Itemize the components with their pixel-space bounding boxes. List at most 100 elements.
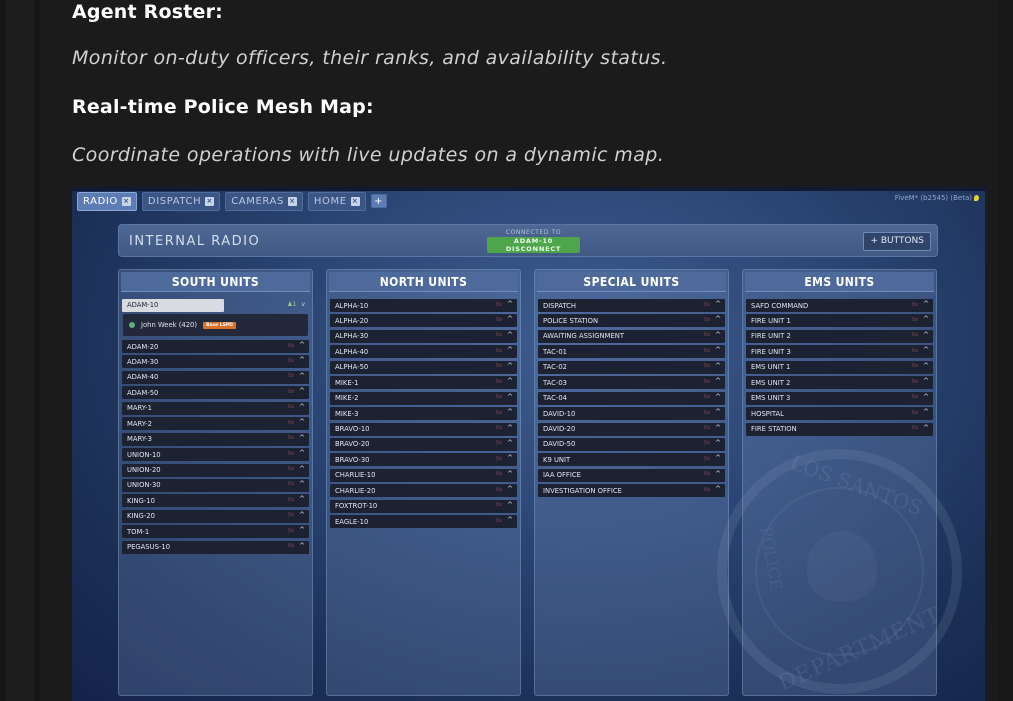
chevron-up-icon[interactable]: ^ (715, 378, 721, 385)
channel-row[interactable]: FIRE UNIT 1 0x ^ (746, 314, 933, 328)
channel-row[interactable]: ALPHA-10 0x ^ (330, 299, 517, 312)
channel-row[interactable]: MIKE-3 0x ^ (330, 407, 517, 421)
officer-entry[interactable]: John Week (420) Base LSPD (123, 314, 308, 336)
chevron-up-icon[interactable]: ^ (299, 480, 305, 488)
buttons-button[interactable]: + BUTTONS (863, 232, 931, 251)
chevron-up-icon[interactable]: ^ (299, 419, 305, 426)
channel-row[interactable]: BRAVO-20 0x ^ (330, 437, 517, 451)
chevron-up-icon[interactable]: ^ (507, 486, 513, 493)
channel-row[interactable]: FIRE STATION 0x ^ (746, 422, 933, 436)
close-icon[interactable]: × (287, 197, 297, 206)
chevron-up-icon[interactable]: ^ (923, 393, 929, 401)
chevron-up-icon[interactable]: ^ (715, 409, 721, 416)
chevron-up-icon[interactable]: ^ (715, 393, 721, 401)
channel-row[interactable]: ALPHA-40 0x ^ (330, 345, 517, 359)
channel-row[interactable]: HOSPITAL 0x ^ (746, 407, 933, 421)
channel-row[interactable]: AWAITING ASSIGNMENT 0x ^ (538, 329, 725, 343)
chevron-up-icon[interactable]: ^ (299, 372, 305, 380)
channel-row[interactable]: ADAM-40 0x ^ (122, 370, 309, 384)
channel-row[interactable]: UNION-20 0x ^ (122, 463, 309, 477)
chevron-up-icon[interactable]: ^ (507, 517, 513, 524)
channel-row[interactable]: MIKE-2 0x ^ (330, 391, 517, 405)
channel-row[interactable]: KING-20 0x ^ (122, 509, 309, 523)
channel-row[interactable]: TAC-03 0x ^ (538, 376, 725, 390)
chevron-up-icon[interactable]: ^ (507, 439, 513, 447)
channel-row[interactable]: MARY-3 0x ^ (122, 432, 309, 446)
chevron-up-icon[interactable]: ^ (715, 439, 721, 447)
channel-row[interactable]: ALPHA-30 0x ^ (330, 329, 517, 343)
chevron-up-icon[interactable]: ^ (923, 362, 929, 370)
disconnect-button[interactable]: ADAM-10 DISCONNECT (487, 237, 580, 253)
channel-row[interactable]: K9 UNIT 0x ^ (538, 453, 725, 467)
channel-row[interactable]: DAVID-20 0x ^ (538, 422, 725, 436)
tab-cameras[interactable]: CAMERAS × (225, 192, 303, 211)
chevron-up-icon[interactable]: ^ (299, 465, 305, 473)
channel-row[interactable]: PEGASUS-10 0x ^ (122, 540, 309, 554)
channel-row[interactable]: UNION-30 0x ^ (122, 478, 309, 492)
channel-row[interactable]: TAC-04 0x ^ (538, 391, 725, 405)
chevron-up-icon[interactable]: ^ (507, 316, 513, 323)
channel-row[interactable]: CHARLIE-20 0x ^ (330, 484, 517, 498)
chevron-up-icon[interactable]: ^ (923, 347, 929, 354)
close-icon[interactable]: × (205, 197, 215, 206)
channel-row[interactable]: BRAVO-30 0x ^ (330, 453, 517, 467)
channel-row[interactable]: TAC-01 0x ^ (538, 345, 725, 359)
channel-row[interactable]: TOM-1 0x ^ (122, 525, 309, 539)
tab-dispatch[interactable]: DISPATCH × (141, 192, 221, 211)
close-icon[interactable]: × (350, 197, 360, 206)
channel-row[interactable]: EMS UNIT 3 0x ^ (746, 391, 933, 405)
channel-row[interactable]: ALPHA-50 0x ^ (330, 360, 517, 374)
chevron-down-icon[interactable]: v (301, 301, 305, 308)
channel-row[interactable]: EMS UNIT 1 0x ^ (746, 360, 933, 374)
chevron-up-icon[interactable]: ^ (923, 378, 929, 385)
chevron-up-icon[interactable]: ^ (715, 455, 721, 462)
chevron-up-icon[interactable]: ^ (299, 542, 305, 550)
chevron-up-icon[interactable]: ^ (507, 409, 513, 416)
selected-channel-row[interactable]: ADAM-10 ♟1 v (122, 299, 309, 312)
chevron-up-icon[interactable]: ^ (299, 434, 305, 442)
chevron-up-icon[interactable]: ^ (715, 316, 721, 323)
tab-radio[interactable]: RADIO × (77, 192, 137, 211)
chevron-up-icon[interactable]: ^ (923, 424, 929, 432)
channel-row[interactable]: IAA OFFICE 0x ^ (538, 468, 725, 482)
chevron-up-icon[interactable]: ^ (299, 450, 305, 457)
chevron-up-icon[interactable]: ^ (715, 470, 721, 478)
channel-row[interactable]: DAVID-50 0x ^ (538, 437, 725, 451)
chevron-up-icon[interactable]: ^ (715, 362, 721, 370)
channel-row[interactable]: FIRE UNIT 2 0x ^ (746, 329, 933, 343)
chevron-up-icon[interactable]: ^ (299, 496, 305, 503)
channel-row[interactable]: FOXTROT-10 0x ^ (330, 499, 517, 513)
channel-row[interactable]: EMS UNIT 2 0x ^ (746, 376, 933, 390)
chevron-up-icon[interactable]: ^ (715, 424, 721, 432)
chevron-up-icon[interactable]: ^ (507, 455, 513, 462)
chevron-up-icon[interactable]: ^ (715, 347, 721, 354)
chevron-up-icon[interactable]: ^ (507, 424, 513, 432)
channel-row[interactable]: DAVID-10 0x ^ (538, 407, 725, 421)
chevron-up-icon[interactable]: ^ (299, 388, 305, 395)
chevron-up-icon[interactable]: ^ (507, 331, 513, 339)
channel-row[interactable]: SAFD COMMAND 0x ^ (746, 299, 933, 312)
channel-row[interactable]: BRAVO-10 0x ^ (330, 422, 517, 436)
channel-row[interactable]: POLICE STATION 0x ^ (538, 314, 725, 328)
chevron-up-icon[interactable]: ^ (299, 342, 305, 349)
chevron-up-icon[interactable]: ^ (715, 301, 721, 308)
chevron-up-icon[interactable]: ^ (299, 357, 305, 364)
chevron-up-icon[interactable]: ^ (715, 331, 721, 339)
chevron-up-icon[interactable]: ^ (299, 527, 305, 534)
channel-row[interactable]: UNION-10 0x ^ (122, 448, 309, 462)
channel-row[interactable]: DISPATCH 0x ^ (538, 299, 725, 312)
channel-row[interactable]: MIKE-1 0x ^ (330, 376, 517, 390)
chevron-up-icon[interactable]: ^ (507, 301, 513, 308)
channel-row[interactable]: FIRE UNIT 3 0x ^ (746, 345, 933, 359)
add-tab-button[interactable]: + (370, 194, 387, 208)
chevron-up-icon[interactable]: ^ (923, 331, 929, 339)
channel-row[interactable]: INVESTIGATION OFFICE 0x ^ (538, 484, 725, 498)
channel-row[interactable]: EAGLE-10 0x ^ (330, 515, 517, 529)
chevron-up-icon[interactable]: ^ (299, 403, 305, 411)
chevron-up-icon[interactable]: ^ (923, 409, 929, 416)
chevron-up-icon[interactable]: ^ (715, 486, 721, 493)
chevron-up-icon[interactable]: ^ (923, 301, 929, 308)
chevron-up-icon[interactable]: ^ (507, 501, 513, 509)
chevron-up-icon[interactable]: ^ (923, 316, 929, 323)
channel-row[interactable]: ADAM-20 0x ^ (122, 340, 309, 353)
